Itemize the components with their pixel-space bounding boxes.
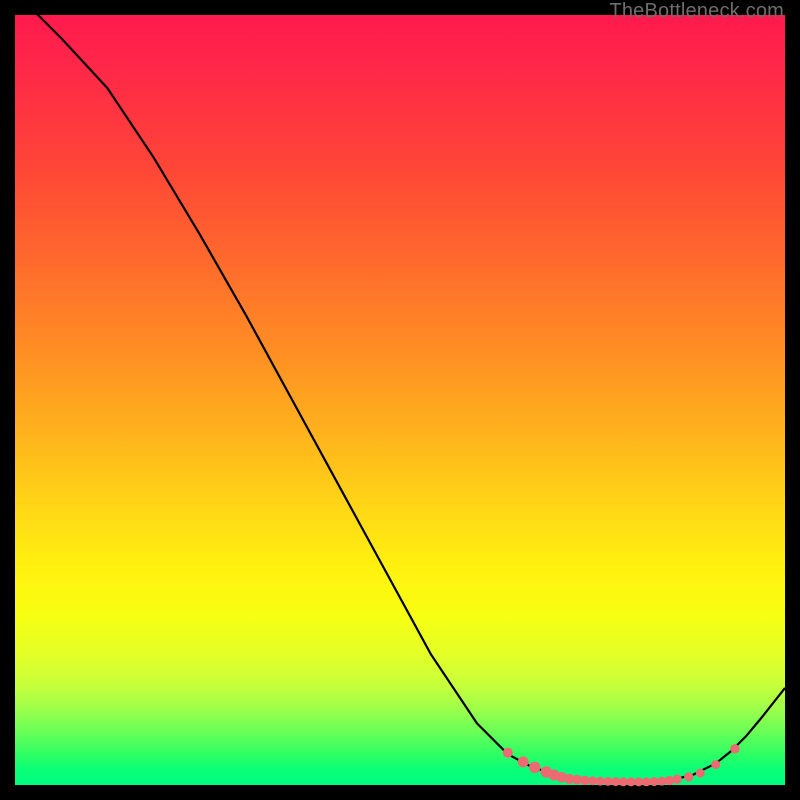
marker-point bbox=[665, 776, 673, 784]
marker-point bbox=[612, 778, 620, 786]
marker-point bbox=[604, 777, 612, 785]
marker-point bbox=[518, 757, 528, 767]
marker-point bbox=[658, 777, 666, 785]
marker-point bbox=[581, 776, 589, 784]
marker-point bbox=[530, 762, 540, 772]
marker-point bbox=[731, 745, 739, 753]
marker-point bbox=[503, 748, 512, 757]
marker-group bbox=[503, 745, 739, 786]
marker-point bbox=[635, 778, 643, 786]
chart-stage: TheBottleneck.com bbox=[0, 0, 800, 800]
marker-point bbox=[627, 778, 635, 786]
chart-svg bbox=[15, 15, 785, 785]
marker-point bbox=[619, 778, 627, 786]
marker-point bbox=[596, 777, 604, 785]
marker-point bbox=[712, 761, 720, 769]
marker-point bbox=[642, 778, 650, 786]
watermark-text: TheBottleneck.com bbox=[609, 0, 784, 23]
marker-point bbox=[685, 773, 693, 781]
marker-point bbox=[650, 778, 658, 786]
marker-point bbox=[589, 777, 597, 785]
marker-point bbox=[673, 775, 681, 783]
plot-area bbox=[15, 15, 785, 785]
marker-point bbox=[696, 769, 704, 777]
bottleneck-curve bbox=[15, 0, 785, 782]
